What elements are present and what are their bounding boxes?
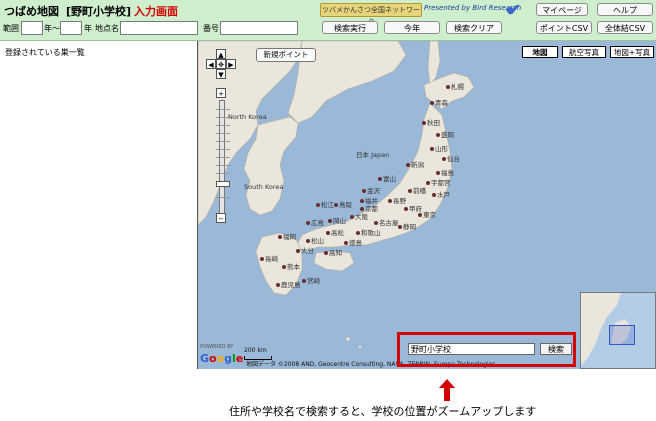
- pan-up-icon[interactable]: ▲: [216, 49, 226, 59]
- place-name-input[interactable]: [120, 21, 198, 35]
- map-view[interactable]: 新規ポイント ▲ ◀ ✥ ▶ ▼ + − 地図 航空写真 地図+写真 North…: [198, 41, 656, 369]
- instruction-caption: 住所や学校名で検索すると、学校の位置がズームアップします: [229, 405, 537, 418]
- mypage-button[interactable]: マイページ: [536, 3, 588, 16]
- city-label: 宇都宮: [426, 177, 451, 187]
- city-label: 東京: [418, 209, 436, 219]
- city-label: 青森: [430, 97, 448, 107]
- number-label: 番号: [203, 24, 219, 33]
- pan-down-icon[interactable]: ▼: [216, 69, 226, 79]
- zoom-out-icon[interactable]: −: [216, 213, 226, 223]
- search-input[interactable]: 野町小学校: [408, 343, 535, 355]
- year-from-suffix: 年〜: [44, 24, 60, 33]
- city-label: 松山: [306, 235, 324, 245]
- city-label: 和歌山: [356, 227, 381, 237]
- city-label: 京都: [360, 203, 378, 213]
- range-label: 範囲: [3, 24, 19, 33]
- school-name: [野町小学校]: [66, 5, 132, 18]
- search-clear-button[interactable]: 検索クリア: [446, 21, 502, 34]
- city-label: 高知: [324, 247, 342, 257]
- label-south-korea: South Korea: [244, 183, 284, 191]
- zoom-slider-handle[interactable]: [216, 181, 230, 187]
- map-type-hybrid[interactable]: 地図+写真: [610, 46, 654, 58]
- city-label: 松江: [316, 199, 334, 209]
- city-label: 札幌: [446, 81, 464, 91]
- help-button[interactable]: ヘルプ: [597, 3, 653, 16]
- pan-center-icon[interactable]: ✥: [216, 59, 226, 69]
- city-label: 鳥取: [334, 199, 352, 209]
- city-label: 長崎: [260, 253, 278, 263]
- filter-row: 範囲 年〜 年 地点名 番号 検索実行 今年 検索クリア ポイントCSV 全体結…: [0, 19, 656, 39]
- network-badge[interactable]: ツバメかんさつ全国ネットワーク: [320, 3, 422, 26]
- city-label: 山形: [430, 143, 448, 153]
- city-label: 秋田: [422, 117, 440, 127]
- city-label: 広島: [306, 217, 324, 227]
- mode-label: 入力画面: [134, 5, 178, 18]
- point-csv-button[interactable]: ポイントCSV: [536, 21, 592, 34]
- search-button[interactable]: 検索: [540, 343, 572, 355]
- year-to-suffix: 年: [84, 24, 92, 33]
- city-label: 盛岡: [436, 129, 454, 139]
- number-input[interactable]: [220, 21, 298, 35]
- label-japan: 日本 Japan: [356, 151, 390, 159]
- bird-logo-icon: [506, 5, 520, 15]
- city-label: 宮崎: [302, 275, 320, 285]
- label-north-korea: North Korea: [228, 113, 267, 121]
- city-label: 水戸: [432, 189, 450, 199]
- map-type-map[interactable]: 地図: [522, 46, 558, 58]
- nest-list-title: 登録されている巣一覧: [5, 48, 85, 57]
- city-label: 岡山: [328, 215, 346, 225]
- year-from-input[interactable]: [21, 21, 43, 35]
- all-csv-button[interactable]: 全体結CSV: [597, 21, 653, 34]
- zoom-slider[interactable]: [216, 100, 230, 216]
- this-year-button[interactable]: 今年: [384, 21, 440, 34]
- top-toolbar: つばめ地図 [野町小学校] 入力画面 ツバメかんさつ全国ネットワーク Prese…: [0, 0, 656, 41]
- city-label: 富山: [378, 173, 396, 183]
- city-label: 前橋: [408, 185, 426, 195]
- city-label: 高松: [326, 227, 344, 237]
- search-execute-button[interactable]: 検索実行: [322, 21, 378, 34]
- place-label: 地点名: [95, 24, 119, 33]
- city-label: 熊本: [282, 261, 300, 271]
- overview-minimap[interactable]: [580, 292, 656, 369]
- city-label: 金沢: [362, 185, 380, 195]
- city-label: 鹿児島: [276, 279, 301, 289]
- nest-list-pane: 登録されている巣一覧: [0, 41, 198, 369]
- city-label: 福島: [436, 167, 454, 177]
- map-scale-label: 200 km: [244, 347, 267, 354]
- map-type-satellite[interactable]: 航空写真: [562, 46, 606, 58]
- city-label: 福岡: [278, 231, 296, 241]
- powered-by-label: POWERED BY: [200, 344, 234, 350]
- city-label: 大分: [296, 245, 314, 255]
- app-title: つばめ地図: [4, 5, 59, 18]
- pan-left-icon[interactable]: ◀: [206, 59, 216, 69]
- year-to-input[interactable]: [60, 21, 82, 35]
- minimap-viewport[interactable]: [609, 325, 635, 345]
- city-label: 徳島: [344, 237, 362, 247]
- city-label: 静岡: [398, 221, 416, 231]
- new-point-button[interactable]: 新規ポイント: [256, 48, 316, 62]
- title-row: つばめ地図 [野町小学校] 入力画面 ツバメかんさつ全国ネットワーク Prese…: [0, 0, 656, 26]
- zoom-in-icon[interactable]: +: [216, 88, 226, 98]
- arrow-up-icon: [439, 379, 455, 401]
- pan-right-icon[interactable]: ▶: [226, 59, 236, 69]
- google-logo[interactable]: Google: [200, 352, 243, 365]
- city-label: 新潟: [406, 159, 424, 169]
- city-label: 仙台: [442, 153, 460, 163]
- city-label: 名古屋: [374, 217, 399, 227]
